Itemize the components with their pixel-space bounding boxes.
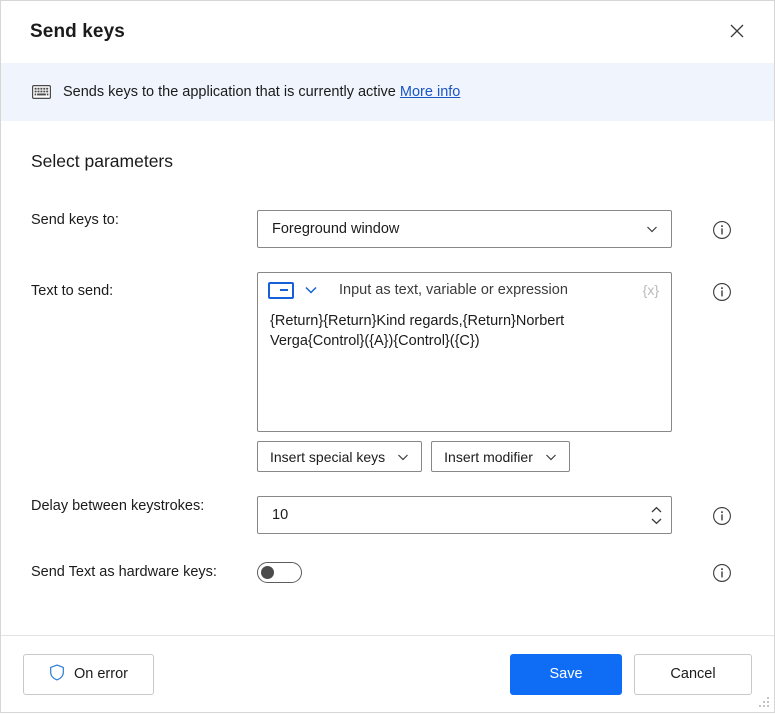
dialog-title: Send keys (30, 21, 125, 42)
insert-special-keys-label: Insert special keys (270, 448, 386, 465)
chevron-down-icon (645, 222, 659, 236)
delay-info-icon[interactable] (712, 506, 732, 526)
text-input-mode-icon[interactable] (268, 281, 294, 299)
field-hardware-keys: Send Text as hardware keys: (31, 562, 744, 583)
send-keys-to-value: Foreground window (272, 221, 400, 237)
text-to-send-placeholder: Input as text, variable or expression (339, 282, 568, 298)
insert-modifier-label: Insert modifier (444, 448, 533, 465)
delay-label: Delay between keystrokes: (31, 498, 205, 514)
send-keys-to-dropdown[interactable]: Foreground window (257, 210, 672, 248)
field-text-to-send: Text to send: Input as text, variable or… (31, 272, 744, 472)
banner-description: Sends keys to the application that is cu… (63, 84, 400, 100)
delay-control: 10 (257, 496, 672, 534)
insert-buttons-row: Insert special keys Insert modifier (257, 441, 672, 472)
shield-icon (49, 664, 65, 685)
text-to-send-input[interactable]: {Return}{Return}Kind regards,{Return}Nor… (258, 307, 671, 431)
hardware-keys-label: Send Text as hardware keys: (31, 564, 217, 580)
insert-special-keys-button[interactable]: Insert special keys (257, 441, 423, 472)
save-button[interactable]: Save (510, 653, 622, 695)
dialog-body: Select parameters Send keys to: Foregrou… (1, 121, 774, 635)
cancel-button[interactable]: Cancel (634, 653, 752, 695)
send-keys-to-control: Foreground window (257, 210, 672, 248)
close-icon[interactable] (714, 9, 760, 53)
chevron-down-icon (396, 450, 410, 464)
chevron-down-icon (651, 518, 662, 524)
resize-grip[interactable] (758, 696, 771, 709)
text-editor-toolbar: Input as text, variable or expression {x… (258, 273, 671, 307)
text-to-send-control: Input as text, variable or expression {x… (257, 272, 672, 472)
send-keys-dialog: Send keys Sends keys to the application … (0, 0, 775, 713)
info-banner: Sends keys to the application that is cu… (1, 63, 774, 121)
text-to-send-info-icon[interactable] (712, 282, 732, 302)
insert-modifier-button[interactable]: Insert modifier (431, 441, 570, 472)
chevron-down-icon (544, 450, 558, 464)
insert-variable-icon[interactable]: {x} (643, 282, 661, 298)
send-keys-to-label: Send keys to: (31, 212, 119, 228)
text-to-send-editor[interactable]: Input as text, variable or expression {x… (257, 272, 672, 432)
field-delay: Delay between keystrokes: 10 (31, 496, 744, 534)
more-info-link[interactable]: More info (400, 84, 460, 100)
delay-stepper[interactable] (650, 506, 663, 525)
dialog-footer: On error Save Cancel (1, 635, 774, 712)
hardware-keys-control (257, 562, 672, 583)
page-title: Select parameters (31, 151, 174, 171)
text-to-send-label: Text to send: (31, 283, 114, 299)
banner-text: Sends keys to the application that is cu… (63, 84, 460, 100)
hardware-keys-toggle[interactable] (257, 562, 302, 583)
dialog-titlebar: Send keys (1, 1, 774, 63)
delay-input[interactable]: 10 (257, 496, 672, 534)
keyboard-icon (31, 82, 51, 102)
toggle-knob (261, 566, 274, 579)
on-error-button[interactable]: On error (23, 653, 154, 695)
chevron-down-icon[interactable] (303, 282, 319, 298)
hardware-keys-info-icon[interactable] (712, 563, 732, 583)
on-error-label: On error (74, 666, 128, 682)
field-send-keys-to: Send keys to: Foreground window (31, 210, 744, 248)
chevron-up-icon (651, 506, 662, 512)
send-keys-to-info-icon[interactable] (712, 220, 732, 240)
delay-value: 10 (272, 507, 289, 523)
